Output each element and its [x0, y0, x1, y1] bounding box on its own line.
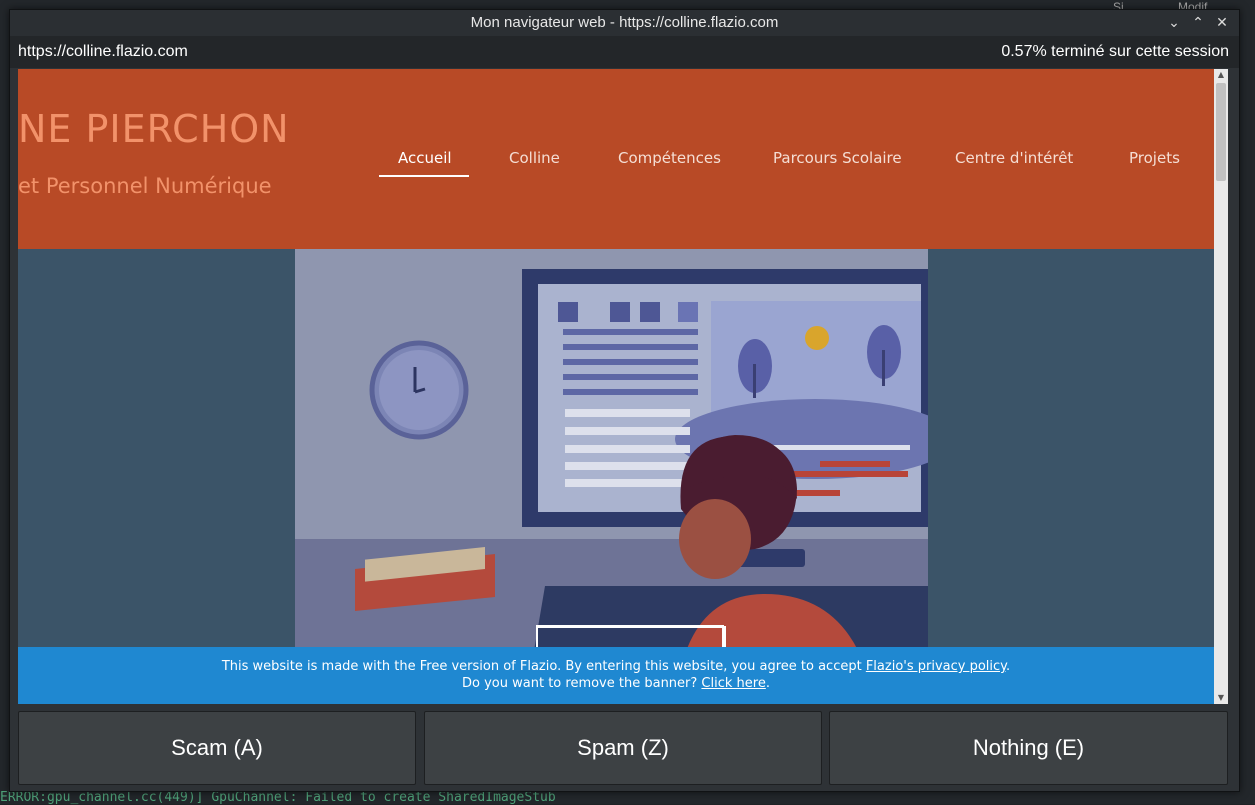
terminal-line: ERROR:gpu_channel.cc(449)] GpuChannel: F…: [0, 790, 556, 805]
flazio-banner: This website is made with the Free versi…: [18, 647, 1214, 704]
nothing-button[interactable]: Nothing (E): [829, 711, 1228, 785]
site-subtitle: et Personnel Numérique: [18, 174, 272, 198]
spam-button[interactable]: Spam (Z): [424, 711, 822, 785]
nav-item-colline[interactable]: Colline: [509, 149, 560, 167]
title-bar: Mon navigateur web - https://colline.fla…: [10, 10, 1239, 36]
nav-item-competences[interactable]: Compétences: [618, 149, 721, 167]
current-url: https://colline.flazio.com: [18, 43, 188, 60]
active-nav-underline: [379, 175, 469, 177]
session-progress: 0.57% terminé sur cette session: [1001, 43, 1229, 60]
browser-window: Mon navigateur web - https://colline.fla…: [9, 9, 1240, 792]
remove-banner-link[interactable]: Click here: [701, 676, 765, 691]
scroll-thumb[interactable]: [1216, 83, 1226, 181]
nav-item-parcours-scolaire[interactable]: Parcours Scolaire: [773, 149, 902, 167]
site-header: NE PIERCHON et Personnel Numérique Accue…: [18, 69, 1214, 249]
scroll-up-icon[interactable]: ▲: [1214, 69, 1228, 81]
close-button[interactable]: ✕: [1213, 14, 1231, 32]
nav-item-centre-interet[interactable]: Centre d'intérêt: [955, 149, 1073, 167]
privacy-policy-link[interactable]: Flazio's privacy policy: [866, 659, 1006, 674]
scroll-down-icon[interactable]: ▼: [1214, 692, 1228, 704]
scam-button[interactable]: Scam (A): [18, 711, 416, 785]
minimize-button[interactable]: ⌄: [1165, 14, 1183, 32]
banner-text: .: [765, 676, 770, 691]
nav-item-projets[interactable]: Projets: [1129, 149, 1180, 167]
banner-text: .: [1006, 659, 1011, 674]
action-bar: Scam (A) Spam (Z) Nothing (E): [10, 710, 1239, 791]
web-viewport[interactable]: NE PIERCHON et Personnel Numérique Accue…: [18, 69, 1228, 704]
nav-item-accueil[interactable]: Accueil: [398, 149, 452, 167]
page-scrollbar[interactable]: ▲ ▼: [1214, 69, 1228, 704]
maximize-button[interactable]: ⌃: [1189, 14, 1207, 32]
window-title: Mon navigateur web - https://colline.fla…: [470, 14, 779, 31]
banner-text: This website is made with the Free versi…: [221, 659, 866, 674]
banner-text: Do you want to remove the banner?: [462, 676, 702, 691]
banner-line-2: Do you want to remove the banner? Click …: [18, 676, 1214, 691]
banner-line-1: This website is made with the Free versi…: [18, 659, 1214, 674]
info-bar: https://colline.flazio.com 0.57% terminé…: [10, 36, 1239, 68]
site-title: NE PIERCHON: [18, 107, 290, 151]
